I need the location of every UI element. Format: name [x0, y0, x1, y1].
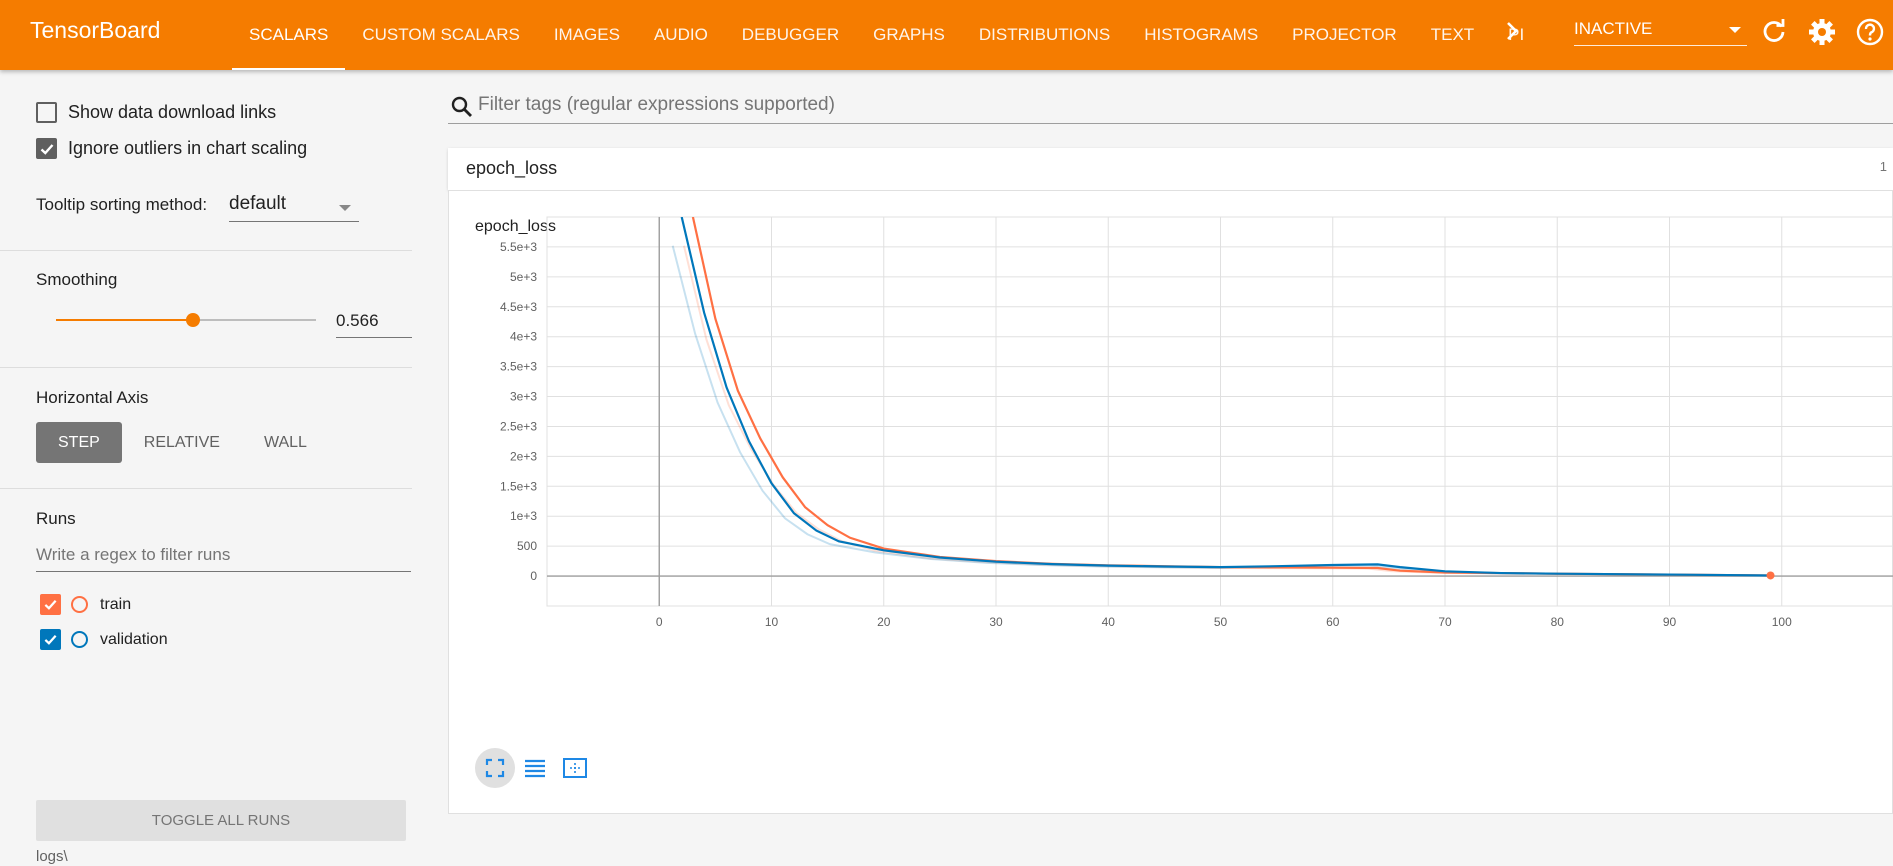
series-train-raw-line	[682, 245, 1762, 577]
series-train-end-point[interactable]	[1766, 571, 1775, 580]
horizontal-axis-buttons: Step Relative Wall	[36, 422, 329, 463]
checkmark-icon	[44, 634, 57, 645]
chevron-right-icon[interactable]	[1503, 18, 1521, 51]
tab-histograms[interactable]: Histograms	[1127, 0, 1275, 70]
tag-group-count: 1	[1879, 159, 1887, 174]
inactive-select-value: INACTIVE	[1574, 19, 1653, 38]
tab-graphs[interactable]: Graphs	[856, 0, 962, 70]
y-tick-label: 3e+3	[510, 390, 537, 404]
search-icon	[451, 96, 472, 117]
show-download-links-checkbox[interactable]: Show data download links	[36, 102, 276, 123]
inactive-dashboards-select[interactable]: INACTIVE	[1574, 16, 1747, 46]
smoothing-value-input[interactable]: 0.566	[336, 311, 412, 338]
divider	[0, 488, 412, 489]
x-tick-label: 60	[1326, 615, 1340, 629]
tag-filter-input[interactable]	[478, 94, 1478, 116]
settings-gear-icon[interactable]	[1807, 17, 1837, 47]
top-app-bar: TensorBoard Scalars Custom Scalars Image…	[0, 0, 1893, 70]
fit-to-data-icon[interactable]	[555, 748, 595, 788]
y-tick-label: 1e+3	[510, 509, 537, 523]
y-tick-label: 5.5e+3	[500, 240, 537, 254]
x-tick-label: 90	[1663, 615, 1677, 629]
checkmark-icon	[44, 599, 57, 610]
y-tick-label: 2e+3	[510, 449, 537, 463]
runs-filter-input[interactable]: Write a regex to filter runs	[36, 545, 411, 572]
slider-fill	[56, 319, 193, 321]
horizontal-axis-label: Horizontal Axis	[36, 388, 149, 407]
tag-group-title: epoch_loss	[466, 158, 558, 178]
tab-audio[interactable]: Audio	[637, 0, 725, 70]
ignore-outliers-label: Ignore outliers in chart scaling	[68, 138, 308, 158]
series-validation-raw-line	[671, 245, 1762, 577]
logdir-label: logs\	[36, 848, 68, 865]
toggle-all-runs-button[interactable]: Toggle All Runs	[36, 800, 406, 841]
x-tick-label: 0	[656, 615, 663, 629]
y-tick-label: 5e+3	[510, 270, 537, 284]
run-train-checkbox[interactable]	[40, 594, 61, 615]
caret-down-icon	[1729, 27, 1741, 33]
tooltip-sorting-label: Tooltip sorting method:	[36, 195, 208, 214]
scalar-chart-card: epoch_loss 0 10 20 30 40 50 60 70 80 90 100 0 500 1e+…	[448, 190, 1893, 814]
tab-text[interactable]: Text	[1414, 0, 1491, 70]
tooltip-sorting-select[interactable]: default	[229, 193, 359, 222]
toggle-y-log-icon[interactable]	[515, 748, 555, 788]
x-tick-label: 30	[989, 615, 1003, 629]
x-tick-label: 50	[1214, 615, 1228, 629]
x-tick-label: 20	[877, 615, 891, 629]
runs-filter-placeholder: Write a regex to filter runs	[36, 545, 231, 564]
tag-filter[interactable]	[448, 90, 1893, 124]
fit-domain-icon[interactable]	[475, 748, 515, 788]
x-tick-label: 10	[765, 615, 779, 629]
show-download-links-label: Show data download links	[68, 102, 277, 122]
smoothing-value: 0.566	[336, 311, 379, 330]
tab-scalars[interactable]: Scalars	[232, 0, 346, 70]
axis-step-button[interactable]: Step	[36, 422, 122, 463]
tab-distributions[interactable]: Distributions	[962, 0, 1127, 70]
tab-bar: Scalars Custom Scalars Images Audio Debu…	[232, 0, 1541, 70]
runs-label: Runs	[36, 509, 76, 528]
axis-relative-button[interactable]: Relative	[122, 422, 242, 463]
smoothing-label: Smoothing	[36, 270, 118, 289]
app-title: TensorBoard	[30, 17, 161, 43]
ignore-outliers-checkbox[interactable]: Ignore outliers in chart scaling	[36, 138, 307, 159]
y-tick-label: 500	[517, 539, 537, 553]
x-tick-label: 70	[1438, 615, 1452, 629]
run-validation-label: validation	[100, 630, 168, 648]
slider-knob[interactable]	[185, 313, 200, 327]
run-color-circle-icon	[71, 596, 88, 613]
checkbox-checked-box[interactable]	[36, 138, 57, 159]
tab-projector[interactable]: Projector	[1275, 0, 1414, 70]
tooltip-sorting-value: default	[229, 193, 287, 214]
x-tick-label: 100	[1772, 615, 1792, 629]
y-tick-label: 3.5e+3	[500, 360, 537, 374]
checkbox-box[interactable]	[36, 102, 57, 123]
y-tick-label: 4.5e+3	[500, 300, 537, 314]
run-train-label: train	[100, 595, 132, 613]
y-tick-label: 4e+3	[510, 330, 537, 344]
y-tick-label: 2.5e+3	[500, 419, 537, 433]
reload-icon[interactable]	[1759, 17, 1789, 47]
tab-custom-scalars[interactable]: Custom Scalars	[345, 0, 536, 70]
tab-images[interactable]: Images	[537, 0, 637, 70]
help-icon[interactable]	[1855, 17, 1885, 47]
sidebar: Show data download links Ignore outliers…	[0, 70, 412, 866]
y-tick-label: 0	[530, 569, 537, 583]
divider	[0, 367, 412, 368]
y-tick-label: 1.5e+3	[500, 479, 537, 493]
checkmark-icon	[40, 143, 53, 155]
tab-debugger[interactable]: Debugger	[725, 0, 856, 70]
run-color-circle-icon	[71, 631, 88, 648]
divider	[0, 250, 412, 251]
chart-toolbar	[475, 748, 595, 788]
smoothing-slider[interactable]	[56, 310, 316, 330]
run-validation[interactable]: validation	[40, 629, 168, 650]
axis-wall-button[interactable]: Wall	[242, 422, 329, 463]
run-train[interactable]: train	[40, 594, 131, 615]
tag-group-header[interactable]: epoch_loss 1	[448, 148, 1893, 190]
caret-down-icon	[339, 205, 351, 211]
run-validation-checkbox[interactable]	[40, 629, 61, 650]
x-tick-label: 80	[1551, 615, 1565, 629]
x-tick-label: 40	[1102, 615, 1116, 629]
line-chart[interactable]: 0 10 20 30 40 50 60 70 80 90 100 0 500 1e+3 1.5e+3 2e+3…	[449, 191, 1893, 815]
